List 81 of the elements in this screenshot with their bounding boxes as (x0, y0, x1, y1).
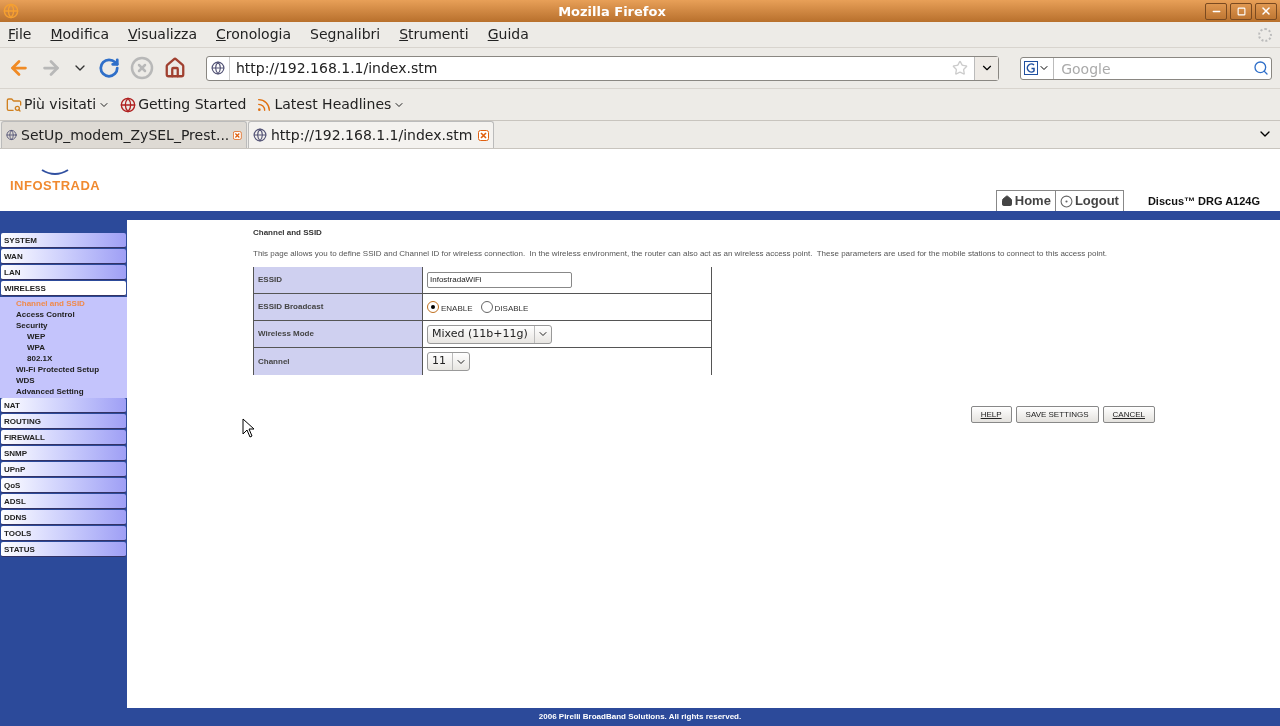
sidebar-subitem[interactable]: Advanced Setting (0, 386, 127, 397)
radio-label: ENABLE (441, 303, 473, 315)
field-label: ESSID Broadcast (258, 301, 324, 313)
globe-icon (120, 96, 137, 113)
model-name: Discus™ DRG A124G (1147, 193, 1260, 209)
sidebar-subitem[interactable]: Access Control (0, 309, 127, 320)
logo: INFOSTRADA (10, 176, 101, 195)
page-heading: Channel and SSID (253, 227, 323, 239)
menu-item[interactable]: Cronologia (215, 24, 291, 45)
sidebar-subitem[interactable]: Wi-Fi Protected Setup (0, 364, 127, 375)
page-icon (211, 61, 225, 75)
menu-item[interactable]: Guida (487, 24, 529, 45)
home-icon[interactable] (164, 57, 186, 79)
window-title: Mozilla Firefox (558, 4, 666, 19)
sidebar-item[interactable]: SNMP (1, 446, 126, 461)
folder-icon (6, 96, 22, 113)
home-icon (1000, 195, 1013, 207)
essid-field[interactable]: InfostradaWiFi (427, 272, 572, 288)
menu-item[interactable]: Segnalibri (310, 24, 381, 45)
browser-tab[interactable]: SetUp_modem_ZySEL_Prest... (1, 121, 247, 148)
bookmark[interactable]: Più visitati (6, 94, 111, 115)
close-icon (1260, 5, 1272, 17)
sidebar-item[interactable]: QoS (1, 478, 126, 493)
cursor-icon (242, 418, 255, 438)
search-icon[interactable] (1253, 59, 1269, 76)
bookmark[interactable]: Latest Headlines (256, 94, 406, 115)
footer-text: 2006 Pirelli BroadBand Solutions. All rights reserved. (538, 711, 742, 723)
maximize-icon (1236, 6, 1246, 16)
field-label: Channel (258, 355, 290, 368)
sidebar-subitem[interactable]: WPA (0, 342, 127, 353)
sidebar-item[interactable]: ADSL (1, 494, 126, 509)
sidebar-item[interactable]: STATUS (1, 542, 126, 557)
feed-icon (256, 96, 273, 113)
sidebar-item[interactable]: WAN (1, 249, 126, 264)
close-tab-icon[interactable] (478, 129, 489, 141)
sidebar-item[interactable]: DDNS (1, 510, 126, 525)
close-button[interactable] (1255, 2, 1277, 20)
form-button[interactable]: HELP (970, 406, 1012, 423)
sidebar-subitem[interactable]: Security (0, 320, 127, 331)
sidebar-item[interactable]: SYSTEM (1, 233, 126, 248)
radio-label: DISABLE (494, 303, 529, 315)
menu-item[interactable]: Strumenti (399, 24, 469, 45)
dropdown[interactable]: Mixed (11b+11g) (427, 324, 552, 344)
logout-icon (1059, 194, 1073, 208)
sidebar-subitem[interactable]: 802.1X (0, 353, 127, 364)
sidebar-item[interactable]: LAN (1, 265, 126, 280)
form-button[interactable]: SAVE SETTINGS (1015, 406, 1099, 423)
page-description: This page allows you to define SSID and Channel ID for wireless connection. In the wireless environment, the router can also act as an wireless access point. These parameters are used for the mobile stations to connect to this access point. (253, 248, 1109, 260)
field-label: Wireless Mode (258, 328, 314, 340)
search-engine-icon[interactable] (1024, 61, 1039, 75)
menu-item[interactable]: File (8, 24, 32, 45)
field-label: ESSID (258, 274, 282, 286)
page-icon (253, 128, 267, 142)
throbber-icon (1258, 27, 1272, 42)
form-button[interactable]: CANCEL (1102, 406, 1155, 423)
browser-tab[interactable]: http://192.168.1.1/index.stm (248, 121, 494, 148)
reload-icon[interactable] (98, 57, 120, 79)
radio-button[interactable] (480, 301, 493, 313)
search-field[interactable]: Google (1020, 57, 1272, 80)
sidebar-subitem[interactable]: WDS (0, 375, 127, 386)
history-dropdown-button[interactable] (974, 56, 999, 80)
menu-item[interactable]: Modifica (50, 24, 109, 45)
sidebar-item[interactable]: UPnP (1, 462, 126, 477)
maximize-button[interactable] (1230, 2, 1252, 20)
minimize-button[interactable] (1205, 2, 1227, 20)
menu-item[interactable]: Visualizza (128, 24, 197, 45)
sidebar-item[interactable]: NAT (1, 398, 126, 413)
dropdown[interactable]: 11 (427, 352, 470, 371)
address-bar[interactable]: http://192.168.1.1/index.stm (206, 55, 1000, 81)
logout-link[interactable]: Logout (1055, 191, 1123, 211)
sidebar-item[interactable]: WIRELESS (1, 281, 126, 296)
logo-swoosh-icon (40, 167, 71, 176)
page-icon (6, 128, 18, 142)
close-tab-icon[interactable] (233, 129, 242, 141)
bookmark[interactable]: Getting Started (120, 94, 247, 115)
radio-button[interactable] (427, 301, 439, 313)
sidebar-item[interactable]: FIREWALL (1, 430, 126, 445)
sidebar-item[interactable]: TOOLS (1, 526, 126, 541)
star-icon[interactable] (952, 60, 969, 76)
sidebar-subitem[interactable]: WEP (0, 331, 127, 342)
sidebar-item[interactable]: ROUTING (1, 414, 126, 429)
